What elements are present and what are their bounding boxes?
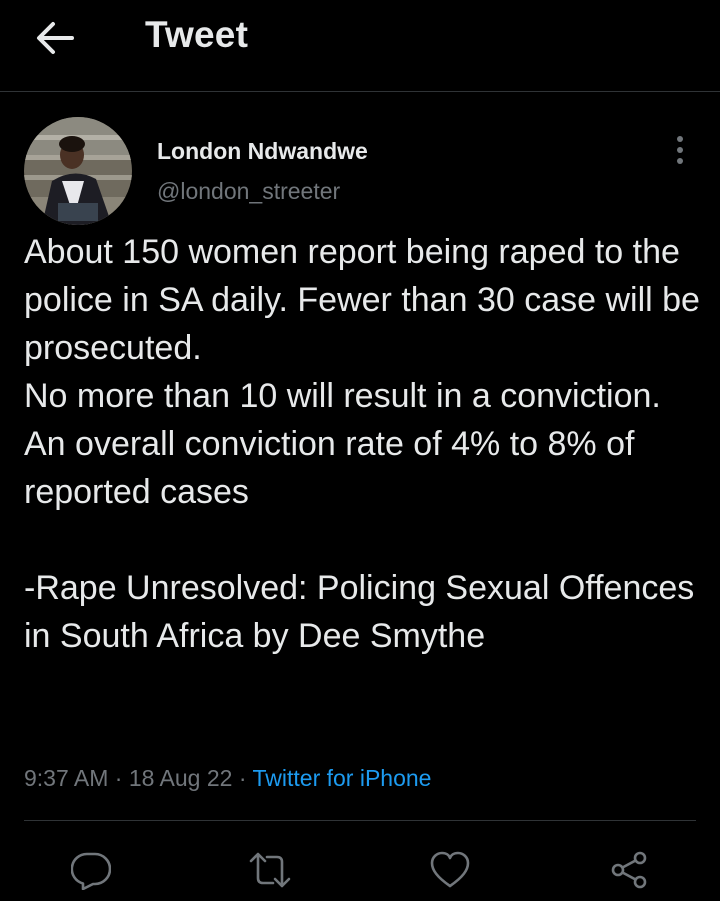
- author-name[interactable]: London Ndwandwe: [157, 138, 368, 165]
- meta-separator: ·: [114, 765, 123, 791]
- retweet-button[interactable]: [245, 845, 295, 895]
- like-button[interactable]: [425, 845, 475, 895]
- tweet-text: About 150 women report being raped to th…: [24, 233, 700, 655]
- retweet-icon: [249, 852, 291, 888]
- back-button[interactable]: [30, 16, 80, 60]
- page-title: Tweet: [145, 14, 249, 55]
- share-button[interactable]: [604, 845, 654, 895]
- share-icon: [611, 851, 647, 889]
- tweet-metadata: 9:37 AM · 18 Aug 22 · Twitter for iPhone: [24, 765, 431, 792]
- tweet-time: 9:37 AM: [24, 765, 109, 791]
- reply-icon: [71, 852, 111, 890]
- tweet-date: 18 Aug 22: [128, 765, 233, 791]
- divider: [24, 820, 696, 821]
- heart-icon: [430, 851, 470, 888]
- vertical-dots-icon: [677, 136, 683, 164]
- profile-photo: [24, 117, 132, 225]
- avatar[interactable]: [24, 117, 132, 225]
- tweet-source-link[interactable]: Twitter for iPhone: [253, 765, 432, 791]
- top-app-bar: Tweet: [0, 0, 720, 92]
- meta-separator: ·: [238, 765, 247, 791]
- reply-button[interactable]: [66, 845, 116, 895]
- author-handle[interactable]: @london_streeter: [157, 178, 340, 205]
- arrow-left-icon: [37, 22, 74, 54]
- more-options-button[interactable]: [664, 130, 696, 170]
